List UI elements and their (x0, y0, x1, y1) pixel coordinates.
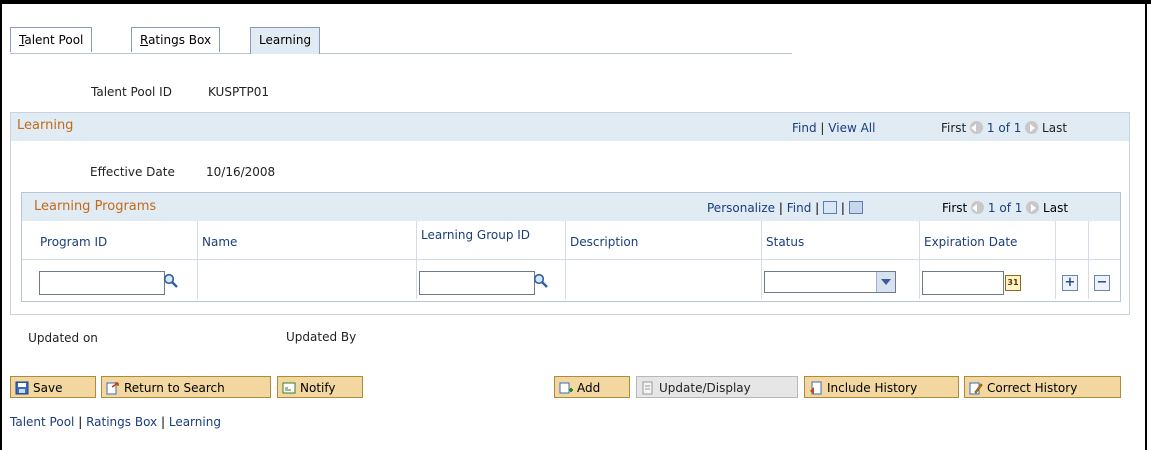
footer-link-ratings-box[interactable]: Ratings Box (86, 415, 157, 429)
learning-view-all-link[interactable]: View All (828, 121, 875, 135)
tab-talent-pool[interactable]: Talent Pool (10, 27, 93, 52)
footer-page-links: Talent Pool | Ratings Box | Learning (10, 415, 221, 429)
correct-history-icon (969, 382, 983, 395)
window-left-border (0, 0, 2, 450)
tab-learning-label: Learning (259, 33, 312, 47)
footer-link-talent-pool[interactable]: Talent Pool (10, 415, 74, 429)
learning-pager: First 1 of 1 Last (941, 121, 1067, 135)
learning-range: 1 of 1 (986, 121, 1022, 135)
grid-range: 1 of 1 (987, 201, 1023, 215)
column-divider (197, 221, 198, 299)
footer-link-learning[interactable]: Learning (169, 415, 221, 429)
column-divider (565, 221, 566, 299)
grid-next-arrow-icon[interactable] (1026, 201, 1040, 214)
learning-group-lookup-icon[interactable] (533, 273, 549, 289)
tab-learning[interactable]: Learning (250, 27, 321, 54)
notify-icon (282, 382, 296, 394)
return-to-search-button[interactable]: Return to Search (101, 376, 271, 398)
correct-history-label: Correct History (987, 381, 1078, 395)
download-grid-icon[interactable] (848, 201, 863, 214)
previous-arrow-icon[interactable] (970, 121, 984, 134)
learning-nav-separator: | (820, 121, 825, 135)
update-display-label: Update/Display (659, 381, 751, 395)
tab-ratings-box-accesskey: R (140, 33, 149, 47)
grid-tools-separator-1: | (778, 201, 783, 215)
learning-last-label: Last (1042, 121, 1068, 135)
include-history-label: Include History (827, 381, 918, 395)
column-header-expiration-date[interactable]: Expiration Date (924, 235, 1017, 271)
next-arrow-icon[interactable] (1025, 121, 1039, 134)
program-id-input[interactable] (39, 271, 165, 295)
save-button[interactable]: Save (10, 376, 96, 398)
update-display-button[interactable]: Update/Display (636, 376, 798, 398)
add-row-icon[interactable]: + (1062, 275, 1078, 291)
column-header-description[interactable]: Description (570, 235, 638, 271)
talent-pool-id-label: Talent Pool ID (91, 85, 172, 99)
grid-row-divider (22, 259, 1120, 260)
grid-first-label: First (942, 201, 968, 215)
effective-date-label: Effective Date (90, 165, 175, 179)
talent-pool-id-value: KUSPTP01 (208, 85, 270, 99)
grid-pager: First 1 of 1 Last (942, 201, 1068, 215)
chevron-down-icon[interactable] (876, 272, 895, 292)
learning-section-title: Learning (17, 118, 74, 133)
personalize-link[interactable]: Personalize (707, 201, 775, 215)
delete-row-icon[interactable]: − (1094, 275, 1110, 291)
include-history-button[interactable]: Include History (804, 376, 959, 398)
grid-previous-arrow-icon[interactable] (971, 201, 985, 214)
column-divider (1088, 221, 1089, 299)
learning-first-label: First (941, 121, 967, 135)
save-button-label: Save (33, 381, 63, 395)
add-button[interactable]: Add (554, 376, 630, 398)
notify-button[interactable]: Notify (277, 376, 363, 398)
learning-header-band: Learning Find | View All First 1 of 1 La… (11, 113, 1129, 141)
learning-nav: Find | View All (792, 121, 875, 135)
return-to-search-label: Return to Search (124, 381, 225, 395)
column-divider (1055, 221, 1056, 299)
learning-programs-header-band: Learning Programs Personalize | Find | |… (22, 193, 1120, 221)
learning-group-id-input[interactable] (419, 271, 535, 295)
learning-programs-grid: Learning Programs Personalize | Find | |… (21, 192, 1121, 302)
program-id-lookup-icon[interactable] (163, 273, 179, 289)
learning-programs-title: Learning Programs (34, 199, 157, 214)
notify-button-label: Notify (300, 381, 336, 395)
include-history-icon (810, 381, 822, 395)
update-display-icon (642, 381, 653, 395)
column-divider (919, 221, 920, 299)
view-in-new-window-icon[interactable] (823, 201, 838, 214)
learning-find-link[interactable]: Find (792, 121, 817, 135)
grid-tools: Personalize | Find | | (707, 201, 863, 215)
column-divider (416, 221, 417, 299)
column-header-program-id[interactable]: Program ID (40, 235, 107, 271)
grid-find-link[interactable]: Find (787, 201, 812, 215)
grid-last-label: Last (1043, 201, 1069, 215)
add-button-label: Add (577, 381, 601, 395)
column-header-name[interactable]: Name (202, 235, 237, 271)
return-to-search-icon (106, 382, 119, 395)
updated-on-label: Updated on (28, 331, 98, 345)
calendar-icon[interactable]: 31 (1005, 275, 1021, 291)
status-select[interactable] (764, 271, 896, 293)
tab-ratings-box[interactable]: Ratings Box (131, 27, 221, 52)
footer-link-separator: | (160, 415, 166, 429)
updated-by-label: Updated By (286, 330, 357, 344)
effective-date-value: 10/16/2008 (206, 165, 276, 179)
grid-tools-separator-3: | (840, 201, 845, 215)
window-top-border (0, 0, 1151, 4)
window-right-border (1145, 0, 1147, 450)
tab-ratings-box-label: atings Box (148, 33, 212, 47)
save-icon (15, 381, 29, 395)
expiration-date-input[interactable] (922, 271, 1004, 295)
page-tabs: Talent Pool Ratings Box Learning (10, 27, 792, 54)
grid-tools-separator-2: | (815, 201, 820, 215)
correct-history-button[interactable]: Correct History (964, 376, 1121, 398)
column-divider (761, 221, 762, 299)
add-icon (559, 382, 573, 394)
tab-talent-pool-label: alent Pool (24, 33, 84, 47)
footer-link-separator: | (78, 415, 83, 429)
column-header-status[interactable]: Status (766, 235, 804, 271)
